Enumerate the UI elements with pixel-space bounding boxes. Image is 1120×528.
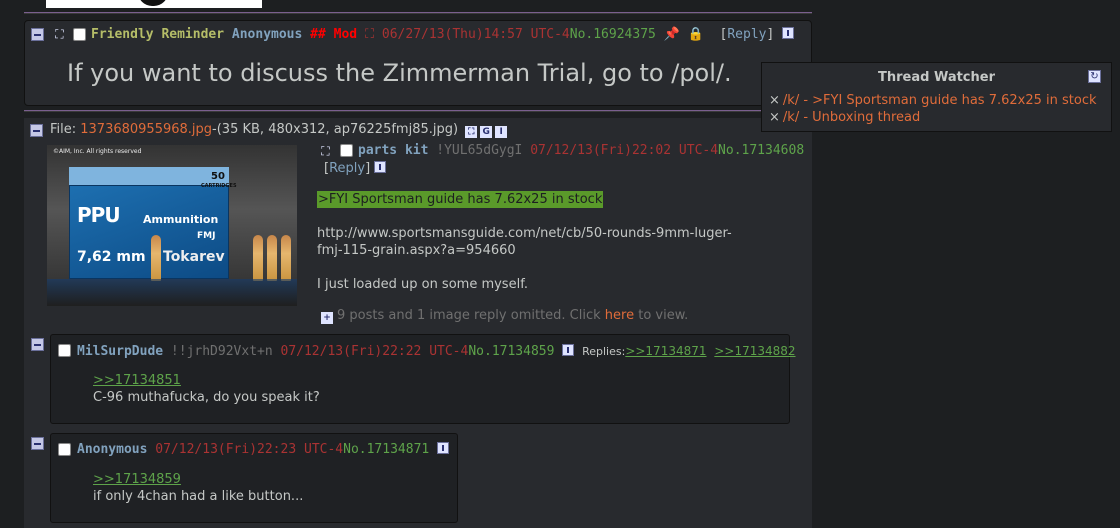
remove-icon[interactable]: × (769, 93, 780, 108)
post-menu-button[interactable] (437, 442, 450, 454)
reply-post: Anonymous 07/12/13(Fri)22:23 UTC-4No.171… (50, 433, 458, 523)
file-info: File: 1373680955968.jpg-(35 KB, 480x312,… (50, 122, 508, 138)
view-thread-link[interactable]: here (605, 308, 634, 323)
post-menu-button[interactable] (562, 344, 575, 356)
url-text: http://www.sportsmansguide.com/net/cb/50… (317, 226, 732, 241)
post-number[interactable]: No.17134859 (468, 344, 554, 359)
thread-subject: parts kit (358, 143, 429, 158)
thread-watcher: Thread Watcher ↻ ×/k/ - >FYI Sportsman g… (761, 62, 1112, 132)
quote-link[interactable]: >>17134859 (93, 472, 181, 488)
expand-icon[interactable]: ⛶ (53, 28, 66, 41)
divider (24, 110, 812, 112)
hide-post-button[interactable] (31, 28, 44, 41)
top-banner-image (46, 0, 262, 8)
thread-watcher-title: Thread Watcher (877, 70, 995, 85)
mod-icon: ⛶ (364, 27, 375, 42)
refresh-icon[interactable]: ↻ (1088, 70, 1101, 83)
thread-thumbnail[interactable]: ©AIM, Inc. All rights reserved 50 CARTRI… (47, 145, 297, 306)
greentext-quote: >FYI Sportsman guide has 7.62x25 in stoc… (317, 191, 604, 208)
post-date: 06/27/13(Thu)14:57 UTC-4 (381, 27, 570, 42)
post-checkbox[interactable] (73, 28, 86, 41)
expand-icon[interactable]: ⛶ (319, 145, 332, 158)
url-text-cont: fmj-115-grain.aspx?a=954660 (317, 243, 516, 258)
backlink[interactable]: >>17134871 (625, 344, 706, 358)
pin-icon: 📌 (663, 27, 680, 42)
hide-reply-button[interactable] (31, 338, 44, 351)
watched-thread-item[interactable]: ×/k/ - Unboxing thread (769, 110, 920, 125)
file-link[interactable]: 1373680955968.jpg (80, 122, 212, 137)
post-date: 07/12/13(Fri)22:02 UTC-4 (530, 143, 719, 158)
post-number[interactable]: No.17134608 (718, 143, 804, 158)
post-date: 07/12/13(Fri)22:22 UTC-4 (280, 344, 469, 359)
image-search-icon[interactable]: ⛶ (465, 126, 478, 138)
sticky-post: ⛶ Friendly Reminder Anonymous ## Mod ⛶ 0… (24, 20, 812, 106)
google-search-icon[interactable]: G (480, 126, 493, 138)
post-subject: Friendly Reminder (91, 27, 225, 42)
watched-thread-item[interactable]: ×/k/ - >FYI Sportsman guide has 7.62x25 … (769, 93, 1097, 108)
post-date: 07/12/13(Fri)22:23 UTC-4 (155, 442, 344, 457)
post-menu-button[interactable] (374, 161, 387, 173)
post-body: I just loaded up on some myself. (317, 277, 528, 292)
post-menu-button[interactable] (782, 27, 795, 39)
poster-name: MilSurpDude (77, 344, 164, 359)
reply-link[interactable]: Reply (727, 27, 766, 42)
thread-checkbox[interactable] (340, 144, 353, 157)
hide-thread-button[interactable] (30, 124, 43, 137)
reply-checkbox[interactable] (58, 344, 71, 357)
quote-link[interactable]: >>17134851 (93, 373, 181, 389)
sticky-message: If you want to discuss the Zimmerman Tri… (67, 59, 732, 87)
tripcode: !!jrhD92Vxt+n (170, 344, 273, 359)
tripcode: !YUL65dGygI (436, 143, 523, 158)
remove-icon[interactable]: × (769, 110, 780, 125)
expand-thread-icon[interactable]: + (321, 312, 333, 324)
reply-checkbox[interactable] (58, 443, 71, 456)
divider (24, 12, 812, 14)
poster-name: Anonymous (77, 442, 148, 457)
reply-link[interactable]: Reply (329, 161, 365, 176)
omitted-notice: +9 posts and 1 image reply omitted. Clic… (321, 308, 688, 324)
post-number[interactable]: No.16924375 (570, 27, 656, 42)
poster-name: Anonymous (231, 27, 303, 42)
backlink[interactable]: >>17134882 (714, 344, 795, 358)
mod-capcode: ## Mod (310, 27, 358, 42)
replies-label: Replies: (582, 345, 626, 358)
post-body: if only 4chan had a like button... (93, 489, 304, 504)
iqdb-search-icon[interactable]: I (495, 126, 508, 138)
post-number[interactable]: No.17134871 (343, 442, 429, 457)
reply-post: MilSurpDude !!jrhD92Vxt+n 07/12/13(Fri)2… (50, 334, 796, 424)
post-body: C-96 muthafucka, do you speak it? (93, 390, 320, 405)
hide-reply-button[interactable] (31, 437, 44, 450)
lock-icon: 🔒 (687, 27, 704, 42)
